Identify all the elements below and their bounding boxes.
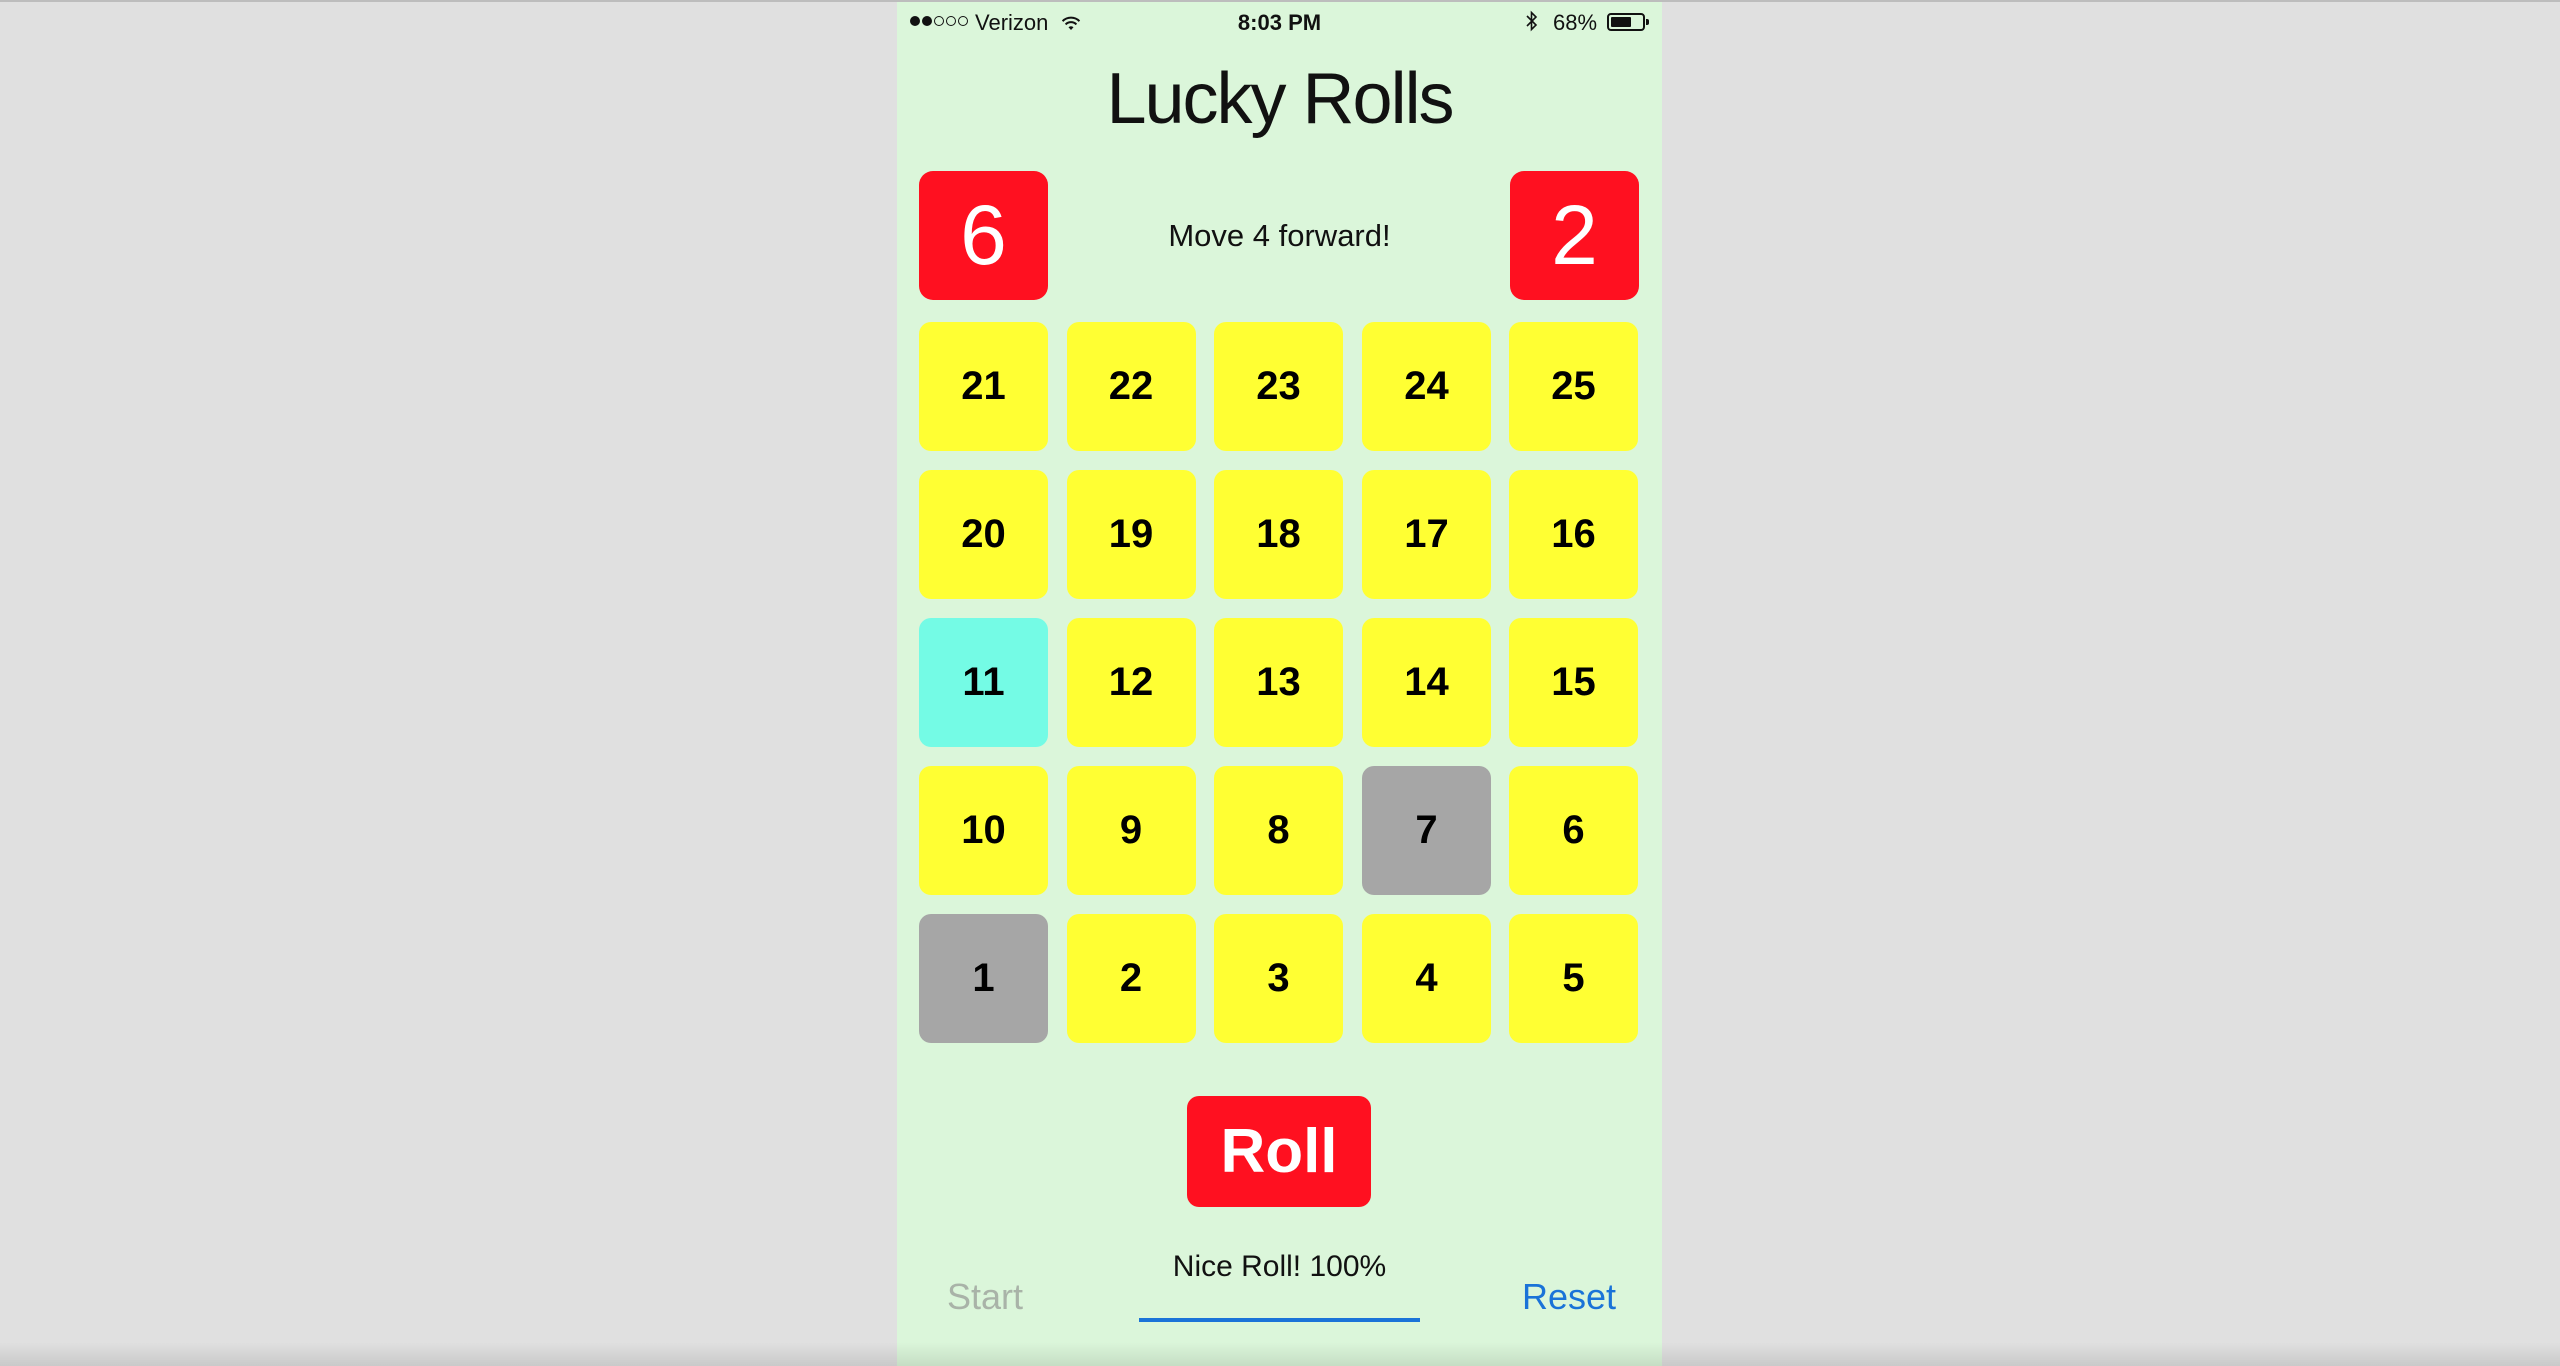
board-tile-18: 18 bbox=[1214, 470, 1343, 599]
board-tile-16: 16 bbox=[1509, 470, 1638, 599]
bluetooth-icon bbox=[1525, 10, 1539, 38]
board-tile-4: 4 bbox=[1362, 914, 1491, 1043]
board-tile-9: 9 bbox=[1066, 766, 1196, 895]
board-tile-5: 5 bbox=[1509, 914, 1638, 1043]
progress-bar bbox=[1139, 1318, 1420, 1322]
board-tile-19: 19 bbox=[1066, 470, 1196, 599]
board-tile-8: 8 bbox=[1214, 766, 1343, 895]
window-bottom-shadow bbox=[0, 1342, 2560, 1366]
battery-percentage: 68% bbox=[1553, 10, 1598, 35]
board-tile-15: 15 bbox=[1509, 618, 1638, 747]
die-right: 2 bbox=[1510, 171, 1639, 300]
board-tile-20: 20 bbox=[919, 470, 1048, 599]
battery-level bbox=[1611, 17, 1631, 27]
board-tile-14: 14 bbox=[1362, 618, 1491, 747]
phone-screen: Verizon 8:03 PM 68% Lucky Rolls 6 Move 4… bbox=[897, 2, 1662, 1366]
app-title: Lucky Rolls bbox=[1106, 59, 1454, 139]
board-tile-22: 22 bbox=[1066, 322, 1196, 451]
board-tile-12: 12 bbox=[1066, 618, 1196, 747]
battery-icon bbox=[1607, 13, 1649, 31]
board-tile-24: 24 bbox=[1362, 322, 1491, 451]
board-tile-17: 17 bbox=[1362, 470, 1491, 599]
roll-button[interactable]: Roll bbox=[1187, 1096, 1371, 1207]
board-tile-13: 13 bbox=[1214, 618, 1343, 747]
start-button[interactable]: Start bbox=[947, 1276, 1023, 1318]
board-tile-2: 2 bbox=[1066, 914, 1196, 1043]
board-tile-10: 10 bbox=[919, 766, 1048, 895]
board-tile-21: 21 bbox=[919, 322, 1048, 451]
progress-fill bbox=[1139, 1318, 1420, 1322]
board-tile-7: 7 bbox=[1362, 766, 1491, 895]
board-tile-11: 11 bbox=[919, 618, 1048, 747]
board-tile-23: 23 bbox=[1214, 322, 1343, 451]
game-board: 21 22 23 24 25 20 19 18 17 16 11 12 13 14 15 10 9 8 7 6 1 2 3 4… bbox=[919, 322, 1639, 1046]
board-tile-25: 25 bbox=[1509, 322, 1638, 451]
board-tile-6: 6 bbox=[1509, 766, 1638, 895]
reset-button[interactable]: Reset bbox=[1522, 1276, 1616, 1318]
board-tile-1: 1 bbox=[919, 914, 1048, 1043]
board-tile-3: 3 bbox=[1214, 914, 1343, 1043]
clock: 8:03 PM bbox=[1237, 10, 1322, 35]
status-bar: Verizon 8:03 PM 68% bbox=[897, 2, 1662, 42]
